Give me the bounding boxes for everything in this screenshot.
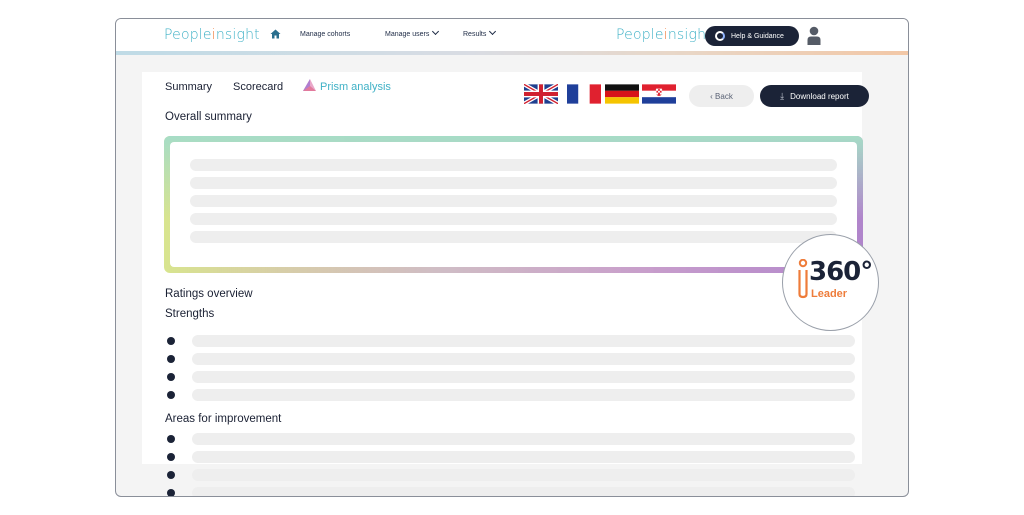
badge-subtitle: Leader bbox=[811, 288, 848, 300]
i-logo-icon bbox=[798, 259, 808, 299]
skeleton-line bbox=[192, 389, 855, 401]
bullet bbox=[167, 453, 175, 461]
bullet bbox=[167, 355, 175, 363]
lifebuoy-icon bbox=[715, 31, 725, 41]
home-icon[interactable] bbox=[270, 29, 281, 39]
flag-uk-icon[interactable] bbox=[524, 84, 558, 104]
tab-prism-analysis[interactable]: Prism analysis bbox=[320, 81, 391, 93]
skeleton-line bbox=[190, 195, 837, 207]
browser-frame: Peopleinsight Manage cohorts Manage user… bbox=[115, 18, 909, 497]
tab-scorecard[interactable]: Scorecard bbox=[233, 81, 283, 93]
badge-number: 360° bbox=[809, 257, 873, 287]
flag-france-icon[interactable] bbox=[567, 84, 601, 104]
skeleton-line bbox=[192, 353, 855, 365]
bullet bbox=[167, 435, 175, 443]
list-item bbox=[167, 353, 857, 365]
bullet bbox=[167, 489, 175, 496]
skeleton-line bbox=[190, 213, 837, 225]
bullet bbox=[167, 337, 175, 345]
prism-icon bbox=[303, 79, 316, 91]
nav-underline bbox=[116, 51, 908, 55]
top-nav: Peopleinsight Manage cohorts Manage user… bbox=[116, 19, 908, 51]
list-item bbox=[167, 371, 857, 383]
flag-germany-icon[interactable] bbox=[605, 84, 639, 104]
flag-croatia-icon[interactable] bbox=[642, 84, 676, 104]
skeleton-line bbox=[192, 451, 855, 463]
skeleton-line bbox=[190, 231, 837, 243]
chevron-down-icon bbox=[489, 27, 497, 36]
skeleton-line bbox=[192, 335, 855, 347]
nav-manage-cohorts[interactable]: Manage cohorts bbox=[300, 31, 350, 38]
logo-right: Peopleinsight bbox=[616, 27, 712, 43]
list-item bbox=[167, 433, 857, 445]
list-item bbox=[167, 451, 857, 463]
list-item bbox=[167, 469, 857, 481]
nav-manage-users[interactable]: Manage users bbox=[385, 27, 440, 38]
list-item bbox=[167, 389, 857, 401]
overall-summary-box bbox=[164, 136, 863, 273]
download-report-button[interactable]: ⤓ Download report bbox=[760, 85, 869, 107]
bullet bbox=[167, 391, 175, 399]
skeleton-line bbox=[192, 469, 855, 481]
user-icon[interactable] bbox=[807, 26, 821, 45]
bullet bbox=[167, 373, 175, 381]
skeleton-line bbox=[192, 487, 855, 496]
chevron-down-icon bbox=[432, 27, 440, 36]
help-guidance-button[interactable]: Help & Guidance bbox=[705, 26, 799, 46]
areas-improvement-title: Areas for improvement bbox=[165, 413, 282, 425]
nav-results[interactable]: Results bbox=[463, 27, 497, 38]
back-button[interactable]: ‹ Back bbox=[689, 85, 754, 107]
list-item bbox=[167, 487, 857, 496]
download-icon: ⤓ bbox=[780, 90, 785, 101]
skeleton-line bbox=[190, 159, 837, 171]
skeleton-line bbox=[190, 177, 837, 189]
360-leader-badge: 360° Leader bbox=[782, 234, 879, 331]
tab-summary[interactable]: Summary bbox=[165, 81, 212, 93]
strengths-title: Strengths bbox=[165, 308, 215, 320]
overall-summary-title: Overall summary bbox=[165, 111, 252, 123]
overall-summary-content bbox=[170, 142, 857, 267]
bullet bbox=[167, 471, 175, 479]
list-item bbox=[167, 335, 857, 347]
skeleton-line bbox=[192, 433, 855, 445]
logo-left[interactable]: Peopleinsight bbox=[164, 27, 260, 43]
skeleton-line bbox=[192, 371, 855, 383]
ratings-overview-title: Ratings overview bbox=[165, 288, 253, 300]
